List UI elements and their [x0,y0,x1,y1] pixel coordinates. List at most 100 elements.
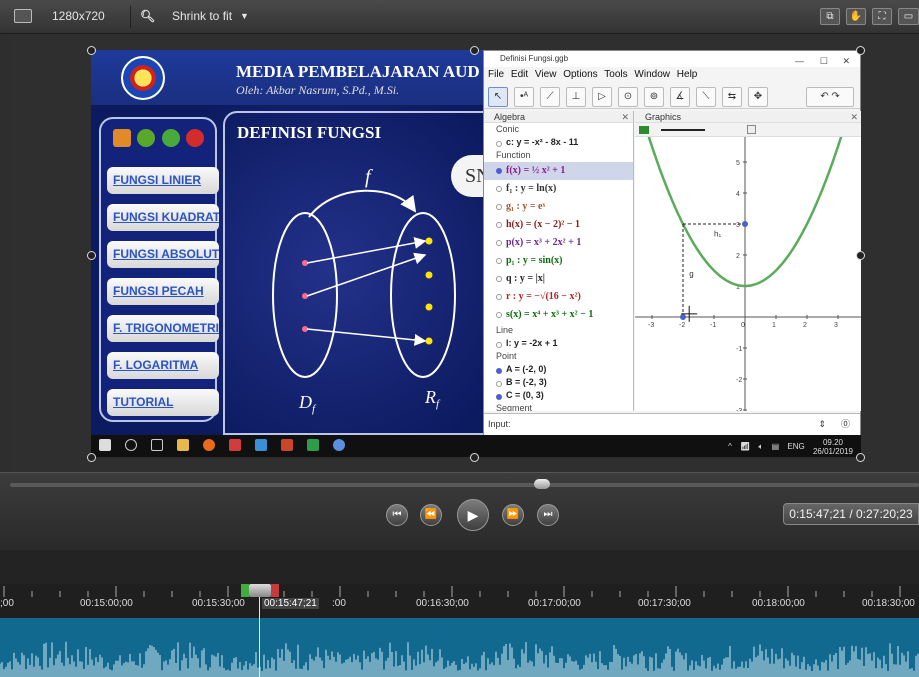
input-bar[interactable]: Input: ⇕ ⓪ [484,413,860,435]
forward-icon[interactable] [161,129,180,147]
visibility-toggle[interactable] [496,168,502,174]
visibility-toggle[interactable] [496,204,502,210]
home-icon[interactable] [113,129,131,147]
taskbar-clock[interactable]: 09.20 26/01/2019 [813,438,853,456]
visibility-toggle[interactable] [496,368,502,374]
crop-icon[interactable]: ⧉ [820,8,840,25]
start-icon[interactable] [99,439,111,451]
rewind-icon[interactable]: ⏪ [420,504,442,526]
algebra-item[interactable]: q : y = |x| [484,270,633,288]
algebra-category[interactable]: Function [484,149,633,162]
algebra-category[interactable]: Conic [484,123,633,136]
scrub-knob[interactable] [534,479,550,489]
detach-icon[interactable]: ▭ [898,8,919,25]
graph-canvas[interactable]: -3-2-10123-3-2-1123456gh₁ [635,137,861,411]
slider-tool-icon[interactable]: ⇆ [722,87,742,107]
speaker-icon[interactable]: 🔈︎ [759,442,764,451]
timeline-ruler[interactable]: ;00 00:15:00;00 00:15:30;00:00 00:16:30;00 0… [0,584,919,618]
out-marker[interactable] [271,584,279,597]
menu-fungsi-kuadrat[interactable]: FUNGSI KUADRAT [107,204,219,231]
zoom-dropdown[interactable]: Shrink to fit [172,9,232,23]
playhead-line[interactable] [259,584,260,677]
geogebra-window[interactable]: Definisi Fungsi.ggb — ☐ ✕ File Edit View… [483,50,861,435]
menu-window[interactable]: Window [634,69,670,80]
pan-hand-icon[interactable]: ✋ [846,8,866,25]
visibility-toggle[interactable] [496,394,502,400]
ellipse-tool-icon[interactable]: ⊚ [644,87,664,107]
selection-handle[interactable] [87,453,96,462]
menu-options[interactable]: Options [563,69,597,80]
algebra-item[interactable]: r : y = −√(16 − x²) [484,288,633,306]
power-icon[interactable] [186,129,205,147]
file-explorer-icon[interactable] [177,439,189,451]
in-marker[interactable] [241,584,249,597]
language-indicator[interactable]: ENG [787,442,804,451]
selection-handle[interactable] [470,46,479,55]
visibility-toggle[interactable] [496,312,502,318]
resolution-label[interactable]: 1280x720 [52,9,105,23]
maximize-icon[interactable]: ☐ [820,53,828,69]
selection-handle[interactable] [856,453,865,462]
algebra-item[interactable]: A = (-2, 0) [484,363,633,376]
undo-redo-icon[interactable]: ↶ ↷ [806,87,854,107]
menu-logaritma[interactable]: F. LOGARITMA [107,352,219,379]
selection-handle[interactable] [87,251,96,260]
audio-waveform[interactable] [0,618,919,677]
minimize-icon[interactable]: — [795,53,804,69]
move-tool-icon[interactable]: ↖ [488,87,508,107]
circle-tool-icon[interactable]: ⊙ [618,87,638,107]
visibility-toggle[interactable] [496,141,502,147]
geogebra-titlebar[interactable]: Definisi Fungsi.ggb — ☐ ✕ [484,51,860,67]
visibility-toggle[interactable] [496,276,502,282]
close-icon[interactable]: ✕ [842,53,850,69]
algebra-item[interactable]: B = (-2, 3) [484,376,633,389]
input-dropdown-icon[interactable]: ⇕ [818,414,826,434]
menu-fungsi-linier[interactable]: FUNGSI LINIER [107,167,219,194]
menu-tutorial[interactable]: TUTORIAL [107,389,219,416]
playhead-grip[interactable] [241,584,279,597]
wifi-icon[interactable]: 📶︎ [740,442,750,451]
menu-tools[interactable]: Tools [604,69,627,80]
line-tool-icon[interactable]: ⟋ [540,87,560,107]
move-view-tool-icon[interactable]: ✥ [748,87,768,107]
firefox-icon[interactable] [203,439,215,451]
search-icon[interactable] [125,439,137,451]
lock-icon[interactable] [747,125,756,134]
algebra-item[interactable]: g₁ : y = eˣ [484,198,633,216]
visibility-toggle[interactable] [496,186,502,192]
algebra-category[interactable]: Point [484,350,633,363]
menu-edit[interactable]: Edit [511,69,528,80]
graphics-view[interactable]: Graphics ✕ -3-2-10123-3-2-1123456gh₁ [635,111,861,411]
visibility-toggle[interactable] [496,240,502,246]
algebra-item[interactable]: f(x) = ½ x² + 1 [484,162,633,180]
selection-handle[interactable] [856,46,865,55]
skip-forward-icon[interactable]: ⏭ [537,504,559,526]
point-tool-icon[interactable]: •ᴬ [514,87,534,107]
dimensions-icon[interactable] [14,9,32,23]
polygon-tool-icon[interactable]: ▷ [592,87,612,107]
scrub-bar[interactable] [10,483,919,487]
close-pane-icon[interactable]: ✕ [621,111,629,123]
close-pane-icon[interactable]: ✕ [850,111,858,123]
presentation-app-icon[interactable] [229,439,241,451]
geogebra-icon[interactable] [333,439,345,451]
menu-help[interactable]: Help [677,69,698,80]
chevron-down-icon[interactable]: ▼ [240,11,249,21]
algebra-item[interactable]: s(x) = x⁴ + x³ + x² − 1 [484,306,633,324]
algebra-item[interactable]: C = (0, 3) [484,389,633,402]
selection-handle[interactable] [856,251,865,260]
camtasia-icon[interactable] [307,439,319,451]
algebra-item[interactable]: p₁ : y = sin(x) [484,252,633,270]
angle-tool-icon[interactable]: ∡ [670,87,690,107]
visibility-toggle[interactable] [496,222,502,228]
menu-fungsi-absolut[interactable]: FUNGSI ABSOLUT [107,241,219,268]
algebra-item[interactable]: l: y = -2x + 1 [484,337,633,350]
menu-fungsi-pecah[interactable]: FUNGSI PECAH [107,278,219,305]
algebra-item[interactable]: c: y = -x² - 8x - 11 [484,136,633,149]
selection-handle[interactable] [87,46,96,55]
algebra-item[interactable]: f₁ : y = ln(x) [484,180,633,198]
selection-handle[interactable] [470,453,479,462]
play-button[interactable]: ▶ [457,499,489,531]
fast-forward-icon[interactable]: ⏩ [502,504,524,526]
recorded-screen[interactable]: MEDIA PEMBELAJARAN AUD Oleh: Akbar Nasru… [91,50,861,457]
